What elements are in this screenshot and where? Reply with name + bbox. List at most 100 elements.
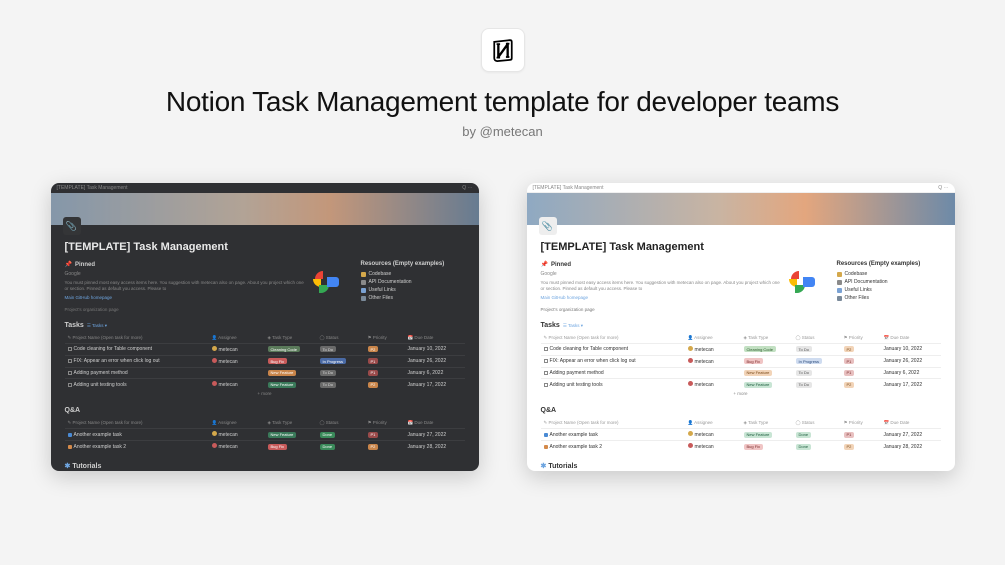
screenshot-light: [TEMPLATE] Task ManagementQ ⋯📎[TEMPLATE]… [527, 183, 955, 471]
priority-chip: P1 [368, 370, 379, 376]
assignee-cell: metecan [209, 343, 265, 355]
task-name: Code cleaning for Table component [68, 346, 206, 352]
more-link[interactable]: + more [65, 390, 465, 397]
col-status: ◯ Status [793, 333, 841, 344]
assignee-cell: metecan [685, 441, 741, 453]
page-title: Notion Task Management template for deve… [166, 86, 839, 118]
assignee-cell: metecan [685, 355, 741, 367]
checkbox-icon[interactable] [68, 359, 72, 363]
checkbox-icon[interactable] [544, 371, 548, 375]
byline: by @metecan [462, 124, 542, 139]
status-chip: Done [320, 432, 336, 438]
table-row[interactable]: Another example taskmetecanNew FeatureDo… [541, 429, 941, 441]
task-type-chip: New Feature [744, 382, 773, 388]
checkbox-icon[interactable] [68, 383, 72, 387]
status-chip: In Progress [320, 358, 346, 364]
avatar [212, 346, 217, 351]
status-chip: In Progress [796, 358, 822, 364]
checkbox-icon[interactable] [544, 359, 548, 363]
col-priority: ⚑ Priority [365, 333, 405, 344]
table-row[interactable]: Another example task 2metecanBug FixDone… [541, 441, 941, 453]
task-name: Adding unit testing tools [544, 382, 682, 388]
assignee-cell [209, 367, 265, 379]
pinned-link[interactable]: Main GitHub homepage [541, 295, 589, 300]
priority-chip: P2 [368, 444, 379, 450]
assignee-cell: metecan [209, 429, 265, 441]
col-assignee: 👤 Assignee [209, 333, 265, 344]
pinned-link[interactable]: Main GitHub homepage [65, 295, 113, 300]
pinned-title: Google [541, 271, 781, 278]
task-type-chip: New Feature [268, 432, 297, 438]
task-name: Another example task 2 [68, 444, 206, 450]
checkbox-icon[interactable] [544, 347, 548, 351]
view-selector[interactable]: ☰ Tasks ▾ [87, 323, 107, 328]
checkbox-icon[interactable] [544, 383, 548, 387]
google-logo-icon [789, 271, 817, 293]
resource-label: Codebase [845, 271, 868, 277]
table-row[interactable]: Another example task 2metecanBug FixDone… [65, 441, 465, 453]
assignee-cell: metecan [685, 379, 741, 391]
status-chip: To Do [320, 370, 336, 376]
priority-chip: P1 [844, 358, 855, 364]
col-date: 📅 Due Date [881, 418, 941, 429]
avatar [688, 358, 693, 363]
assignee-cell: metecan [209, 441, 265, 453]
resource-item[interactable]: Useful Links [361, 287, 465, 293]
due-date: January 6, 2022 [405, 367, 465, 379]
col-priority: ⚑ Priority [841, 333, 881, 344]
col-type: ◈ Task Type [741, 418, 793, 429]
resource-item[interactable]: Useful Links [837, 287, 941, 293]
resource-label: Useful Links [845, 287, 872, 293]
col-assignee: 👤 Assignee [685, 418, 741, 429]
due-date: January 26, 2022 [405, 355, 465, 367]
col-type: ◈ Task Type [265, 418, 317, 429]
priority-chip: P2 [368, 346, 379, 352]
resources-header: Resources (Empty examples) [837, 261, 941, 267]
status-chip: To Do [320, 382, 336, 388]
pinned-header: 📌Pinned [65, 261, 341, 268]
priority-chip: P2 [844, 444, 855, 450]
resource-item[interactable]: API Documentation [361, 279, 465, 285]
avatar [688, 346, 693, 351]
resource-label: Codebase [369, 271, 392, 277]
table-row[interactable]: Adding unit testing toolsmetecanNew Feat… [65, 379, 465, 391]
table-row[interactable]: Adding unit testing toolsmetecanNew Feat… [541, 379, 941, 391]
table-row[interactable]: FIX: Appear an error when click log outm… [65, 355, 465, 367]
col-status: ◯ Status [317, 333, 365, 344]
notion-logo [481, 28, 525, 72]
more-link[interactable]: + more [541, 390, 941, 397]
resource-item[interactable]: API Documentation [837, 279, 941, 285]
resource-icon [361, 280, 366, 285]
col-type: ◈ Task Type [265, 333, 317, 344]
resource-label: Other Files [845, 295, 869, 301]
status-chip: To Do [320, 346, 336, 352]
table-row[interactable]: FIX: Appear an error when click log outm… [541, 355, 941, 367]
task-type-chip: Bug Fix [268, 358, 288, 364]
google-logo-icon [313, 271, 341, 293]
table-row[interactable]: Adding payment methodNew FeatureTo DoP1J… [65, 367, 465, 379]
org-note: Project's organization page [65, 307, 341, 312]
tutorials-header: ✱ Tutorials [65, 462, 465, 470]
table-row[interactable]: Code cleaning for Table componentmetecan… [541, 343, 941, 355]
resources-header: Resources (Empty examples) [361, 261, 465, 267]
table-row[interactable]: Another example taskmetecanNew FeatureDo… [65, 429, 465, 441]
task-type-chip: New Feature [268, 382, 297, 388]
view-selector[interactable]: ☰ Tasks ▾ [563, 323, 583, 328]
resource-item[interactable]: Other Files [361, 295, 465, 301]
table-row[interactable]: Code cleaning for Table componentmetecan… [65, 343, 465, 355]
task-type-chip: Cleaning Code [268, 346, 300, 352]
qa-color-icon [544, 433, 548, 437]
col-type: ◈ Task Type [741, 333, 793, 344]
checkbox-icon[interactable] [68, 347, 72, 351]
resource-icon [837, 272, 842, 277]
table-row[interactable]: Adding payment methodNew FeatureTo DoP1J… [541, 367, 941, 379]
resource-item[interactable]: Other Files [837, 295, 941, 301]
resource-item[interactable]: Codebase [361, 271, 465, 277]
assignee-cell [685, 367, 741, 379]
pin-icon: 📌 [541, 261, 548, 268]
status-chip: Done [796, 444, 812, 450]
breadcrumb: [TEMPLATE] Task ManagementQ ⋯ [51, 183, 479, 193]
resource-item[interactable]: Codebase [837, 271, 941, 277]
checkbox-icon[interactable] [68, 371, 72, 375]
task-name: Adding payment method [68, 370, 206, 376]
